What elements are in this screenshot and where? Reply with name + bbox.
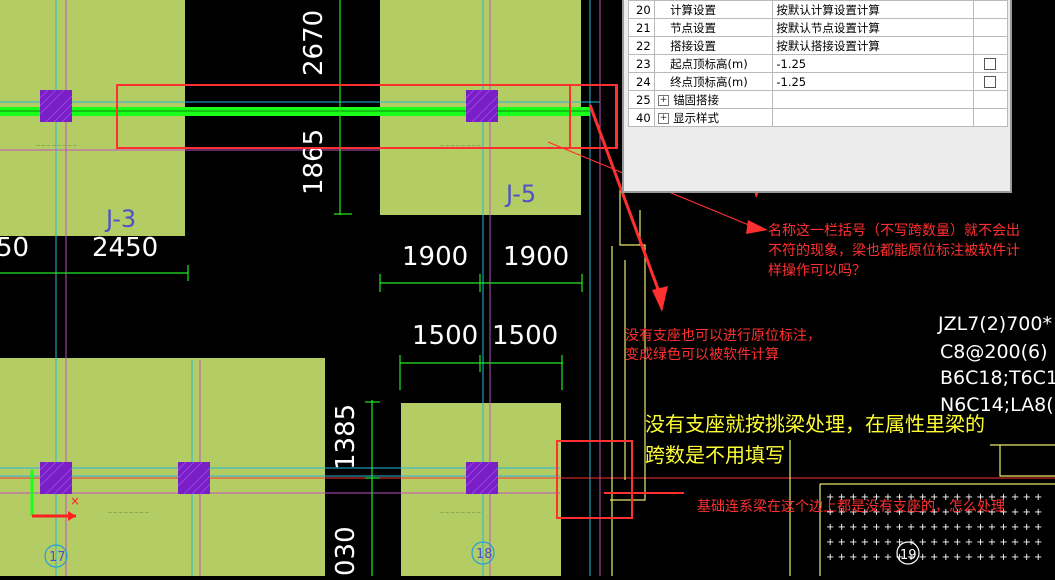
property-row[interactable]: 24 终点顶标高(m) -1.25 [627, 72, 1009, 91]
property-value[interactable]: 按默认节点设置计算 [772, 18, 974, 37]
property-row-number: 24 [627, 72, 656, 91]
dim-1500-right: 1500 [492, 321, 558, 351]
property-attach-cell [972, 72, 1009, 91]
footing-j3[interactable] [0, 0, 185, 236]
property-row-number: 40 [627, 108, 656, 127]
svg-text:17: 17 [49, 550, 66, 565]
property-value[interactable]: 按默认搭接设置计算 [772, 36, 974, 55]
property-row[interactable]: 21 节点设置 按默认节点设置计算 [627, 18, 1009, 37]
property-name-label: 起点顶标高(m) [670, 56, 748, 71]
dim-2450: 2450 [92, 233, 158, 263]
property-value[interactable]: 按默认计算设置计算 [772, 0, 974, 19]
property-name-label: 显示样式 [673, 110, 720, 125]
property-row[interactable]: 20 计算设置 按默认计算设置计算 [627, 0, 1009, 19]
footing-label-j5: J-5 [504, 180, 536, 208]
svg-text:B6C18;T6C1: B6C18;T6C1 [940, 367, 1055, 389]
property-row[interactable]: 40 + 显示样式 [627, 108, 1009, 127]
footing-label-j3: J-3 [104, 205, 136, 233]
dim-1900-left: 1900 [402, 242, 468, 272]
dim-1900-right: 1900 [503, 242, 569, 272]
svg-text:+ + + + + + + + + + + + + + +: + + + + + + + + + + + + + + + + + + + [826, 537, 1042, 548]
property-row-number: 21 [627, 18, 656, 37]
attach-checkbox[interactable] [984, 76, 997, 88]
svg-text:样操作可以吗？: 样操作可以吗？ [768, 263, 866, 279]
property-name-label: 锚固搭接 [673, 92, 720, 107]
svg-text:18: 18 [476, 547, 493, 562]
dim-50: 50 [0, 233, 29, 263]
note-bottom: 基础连系梁在这个边上都是没有支座的，怎么处理 [697, 498, 1005, 515]
svg-text:变成绿色可以被软件计算: 变成绿色可以被软件计算 [625, 346, 779, 363]
svg-text:JZL7(2)700*: JZL7(2)700* [937, 313, 1052, 335]
property-name-label: 计算设置 [670, 2, 717, 17]
svg-text:+ + + + + + + + + + + + + + +: + + + + + + + + + + + + + + + + + + + [826, 552, 1042, 563]
dim-1865: 1865 [299, 129, 329, 195]
svg-text:不符的现象，梁也都能原位标注被软件计: 不符的现象，梁也都能原位标注被软件计 [768, 243, 1020, 259]
property-attach-cell [972, 18, 1009, 37]
property-name-label: 终点顶标高(m) [670, 74, 748, 89]
svg-text:×: × [70, 494, 80, 508]
property-row-number: 23 [627, 54, 656, 73]
property-value[interactable]: -1.25 [772, 54, 974, 73]
attach-checkbox[interactable] [984, 58, 997, 70]
property-value[interactable] [772, 90, 974, 109]
svg-text:C8@200(6): C8@200(6) [940, 341, 1048, 363]
svg-text:— — — — — — — —: — — — — — — — — [108, 510, 149, 515]
property-panel[interactable]: 20 计算设置 按默认计算设置计算 21 节点设置 按默认节点设置计算 22 搭接设置 按默认搭… [622, 0, 1012, 193]
dim-030: 030 [331, 526, 361, 576]
property-attach-cell [972, 108, 1009, 127]
svg-text:没有支座也可以进行原位标注，: 没有支座也可以进行原位标注， [625, 328, 821, 344]
property-row[interactable]: 25 + 锚固搭接 [627, 90, 1009, 109]
property-row-number: 25 [627, 90, 656, 109]
property-row-number: 20 [627, 0, 656, 19]
dim-1500-left: 1500 [412, 321, 478, 351]
property-name: 终点顶标高(m) [654, 72, 774, 91]
property-attach-cell [972, 36, 1009, 55]
property-value[interactable] [772, 108, 974, 127]
property-value[interactable]: -1.25 [772, 72, 974, 91]
cad-drawing-area[interactable]: 2670 1865 1385 030 50 2450 1900 1900 150… [0, 0, 1055, 576]
property-attach-cell [972, 54, 1009, 73]
property-name-label: 搭接设置 [670, 38, 717, 53]
property-attach-cell [972, 90, 1009, 109]
property-name: + 锚固搭接 [654, 90, 774, 109]
svg-text:+ + + + + + + + + + + + + + +: + + + + + + + + + + + + + + + + + + + [826, 522, 1042, 533]
property-name: + 显示样式 [654, 108, 774, 127]
expand-plus-icon[interactable]: + [658, 94, 670, 106]
property-attach-cell [972, 0, 1009, 19]
property-name: 计算设置 [654, 0, 774, 19]
svg-text:— — — — — — — —: — — — — — — — — [440, 510, 481, 515]
property-row[interactable]: 23 起点顶标高(m) -1.25 [627, 54, 1009, 73]
svg-text:没有支座就按挑梁处理，在属性里梁的: 没有支座就按挑梁处理，在属性里梁的 [645, 412, 985, 436]
svg-text:— — — — — — — —: — — — — — — — — [36, 143, 77, 148]
svg-text:— — — — — — — —: — — — — — — — — [440, 143, 481, 148]
expand-plus-icon[interactable]: + [658, 112, 670, 124]
property-table[interactable]: 20 计算设置 按默认计算设置计算 21 节点设置 按默认节点设置计算 22 搭接设置 按默认搭… [627, 0, 1009, 127]
property-name: 节点设置 [654, 18, 774, 37]
property-row[interactable]: 22 搭接设置 按默认搭接设置计算 [627, 36, 1009, 55]
svg-text:跨数是不用填写: 跨数是不用填写 [645, 443, 785, 467]
svg-text:名称这一栏括号（不写跨数量）就不会出: 名称这一栏括号（不写跨数量）就不会出 [768, 222, 1020, 239]
dim-1385: 1385 [331, 404, 361, 470]
property-name: 搭接设置 [654, 36, 774, 55]
property-name-label: 节点设置 [670, 20, 717, 35]
dim-2670: 2670 [299, 10, 329, 76]
property-row-number: 22 [627, 36, 656, 55]
property-name: 起点顶标高(m) [654, 54, 774, 73]
